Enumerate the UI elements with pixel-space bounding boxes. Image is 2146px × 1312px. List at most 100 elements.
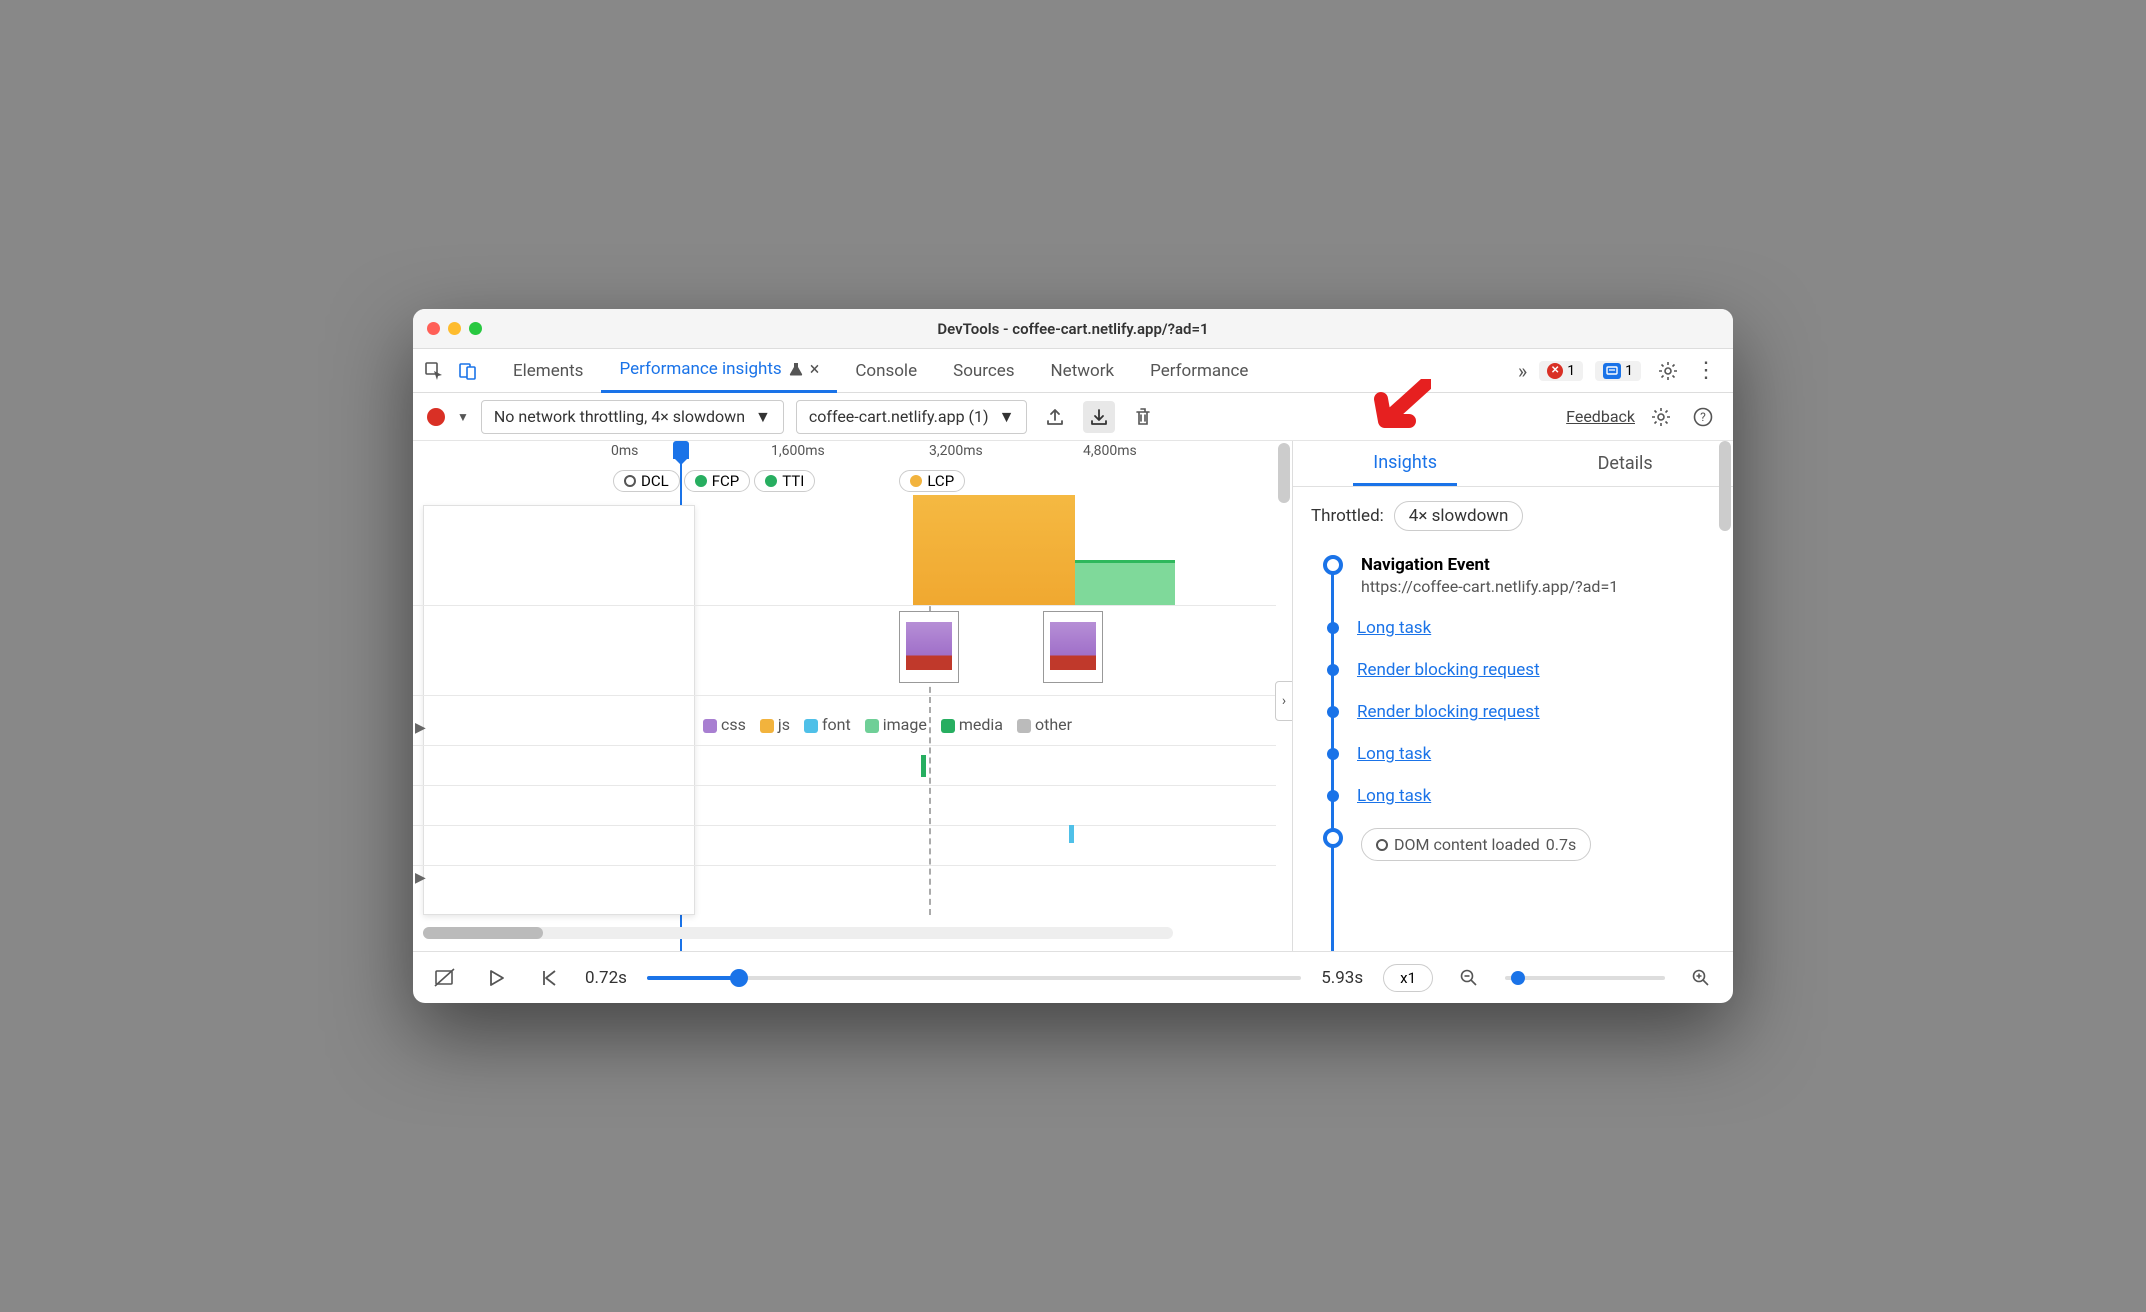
insight-link[interactable]: Long task [1357, 786, 1431, 806]
insight-long-task[interactable]: Long task [1323, 786, 1715, 806]
tab-elements[interactable]: Elements [495, 349, 601, 393]
insight-navigation[interactable]: Navigation Event https://coffee-cart.net… [1323, 555, 1715, 596]
minimize-window-button[interactable] [448, 322, 461, 335]
tab-label: Sources [953, 361, 1014, 381]
panel-tabs: Elements Performance insights × Console … [495, 349, 1514, 393]
play-icon[interactable] [481, 962, 513, 994]
settings-gear-icon[interactable] [1645, 401, 1677, 433]
tab-console[interactable]: Console [837, 349, 935, 393]
insight-long-task[interactable]: Long task [1323, 744, 1715, 764]
chevron-down-icon: ▼ [999, 407, 1015, 427]
marker-tti[interactable]: TTI [754, 470, 815, 492]
tab-details[interactable]: Details [1578, 441, 1673, 486]
track-separator [413, 825, 1276, 826]
track-expand-arrow[interactable]: ▶ [415, 870, 426, 886]
import-icon[interactable] [1083, 401, 1115, 433]
marker-lcp[interactable]: LCP [899, 470, 965, 492]
timeline-pane[interactable]: 0ms 1,600ms 3,200ms 4,800ms DCL FCP TTI … [413, 441, 1293, 951]
ruler-label: 1,600ms [771, 443, 825, 459]
sidebar-vscrollbar[interactable] [1719, 441, 1731, 531]
kebab-menu-icon[interactable]: ⋮ [1695, 358, 1717, 383]
errors-badge[interactable]: ✕ 1 [1539, 361, 1583, 381]
marker-dcl[interactable]: DCL [613, 470, 680, 492]
tab-performance-insights[interactable]: Performance insights × [601, 349, 837, 393]
inspect-element-icon[interactable] [419, 356, 449, 386]
go-to-start-icon[interactable] [533, 962, 565, 994]
insight-title: Navigation Event [1361, 555, 1618, 575]
close-tab-icon[interactable]: × [810, 359, 820, 380]
start-time-label: 0.72s [585, 968, 627, 988]
legend-item: js [760, 715, 790, 734]
tab-label: Performance [1150, 361, 1248, 381]
zoom-slider[interactable] [1505, 976, 1665, 980]
help-icon[interactable]: ? [1687, 401, 1719, 433]
insight-link[interactable]: Render blocking request [1357, 702, 1540, 722]
error-icon: ✕ [1547, 363, 1563, 379]
traffic-lights [413, 322, 482, 335]
device-toolbar-icon[interactable] [453, 356, 483, 386]
js-task-block[interactable] [913, 495, 1075, 605]
insight-long-task[interactable]: Long task [1323, 618, 1715, 638]
insight-link[interactable]: Long task [1357, 744, 1431, 764]
throttle-value-badge: 4× slowdown [1394, 501, 1524, 531]
toggle-replay-icon[interactable] [429, 962, 461, 994]
throttle-label: Throttled: [1311, 506, 1384, 526]
dot-icon [695, 475, 707, 487]
zoom-in-icon[interactable] [1685, 962, 1717, 994]
legend-item: image [865, 715, 927, 734]
errors-count: 1 [1567, 363, 1575, 379]
insight-link[interactable]: Long task [1357, 618, 1431, 638]
insight-render-blocking[interactable]: Render blocking request [1323, 660, 1715, 680]
track-expand-arrow[interactable]: ▶ [415, 720, 426, 736]
record-button[interactable] [427, 408, 445, 426]
export-icon[interactable] [1039, 401, 1071, 433]
tab-performance[interactable]: Performance [1132, 349, 1266, 393]
content-area: 0ms 1,600ms 3,200ms 4,800ms DCL FCP TTI … [413, 441, 1733, 951]
event-dot-icon [1327, 622, 1339, 634]
screenshot-thumbnail[interactable] [1043, 611, 1103, 683]
close-window-button[interactable] [427, 322, 440, 335]
dcl-time: 0.7s [1546, 835, 1576, 854]
tab-label: Performance insights [619, 359, 781, 379]
network-bar[interactable] [921, 755, 926, 777]
image-task-block[interactable] [1075, 560, 1175, 605]
ruler-label: 4,800ms [1083, 443, 1137, 459]
overflow-tabs-button[interactable]: » [1518, 359, 1527, 383]
marker-row: DCL FCP TTI LCP [413, 467, 1292, 495]
zoom-thumb[interactable] [1511, 971, 1525, 985]
playback-speed[interactable]: x1 [1383, 964, 1433, 992]
delete-icon[interactable] [1127, 401, 1159, 433]
sidebar-toggle[interactable]: › [1275, 681, 1293, 721]
zoom-out-icon[interactable] [1453, 962, 1485, 994]
network-legend: css js font image media other [703, 715, 1072, 734]
insight-url: https://coffee-cart.netlify.app/?ad=1 [1361, 577, 1618, 596]
sidebar-tabs: Insights Details [1293, 441, 1733, 487]
scrubber-slider[interactable] [647, 976, 1301, 980]
recording-select-value: coffee-cart.netlify.app (1) [809, 407, 989, 426]
timeline-hscrollbar[interactable] [423, 927, 1173, 939]
marker-fcp[interactable]: FCP [684, 470, 751, 492]
event-dot-icon [1323, 555, 1343, 575]
ruler-label: 0ms [611, 443, 638, 459]
tab-sources[interactable]: Sources [935, 349, 1032, 393]
recording-select[interactable]: coffee-cart.netlify.app (1) ▼ [796, 400, 1028, 434]
throttle-select-value: No network throttling, 4× slowdown [494, 407, 745, 426]
message-icon [1603, 363, 1621, 379]
insight-link[interactable]: Render blocking request [1357, 660, 1540, 680]
insight-render-blocking[interactable]: Render blocking request [1323, 702, 1715, 722]
settings-icon[interactable] [1653, 356, 1683, 386]
track-separator [413, 785, 1276, 786]
insight-dcl[interactable]: DOM content loaded 0.7s [1323, 828, 1715, 861]
messages-count: 1 [1625, 363, 1633, 379]
feedback-link[interactable]: Feedback [1566, 407, 1635, 426]
scrubber-thumb[interactable] [730, 969, 748, 987]
network-bar[interactable] [1069, 825, 1074, 843]
tab-insights[interactable]: Insights [1353, 441, 1457, 486]
maximize-window-button[interactable] [469, 322, 482, 335]
record-dropdown[interactable]: ▼ [457, 410, 469, 424]
throttle-select[interactable]: No network throttling, 4× slowdown ▼ [481, 400, 784, 434]
messages-badge[interactable]: 1 [1595, 361, 1641, 381]
screenshot-thumbnail[interactable] [899, 611, 959, 683]
tab-network[interactable]: Network [1033, 349, 1133, 393]
playhead[interactable] [673, 441, 689, 459]
